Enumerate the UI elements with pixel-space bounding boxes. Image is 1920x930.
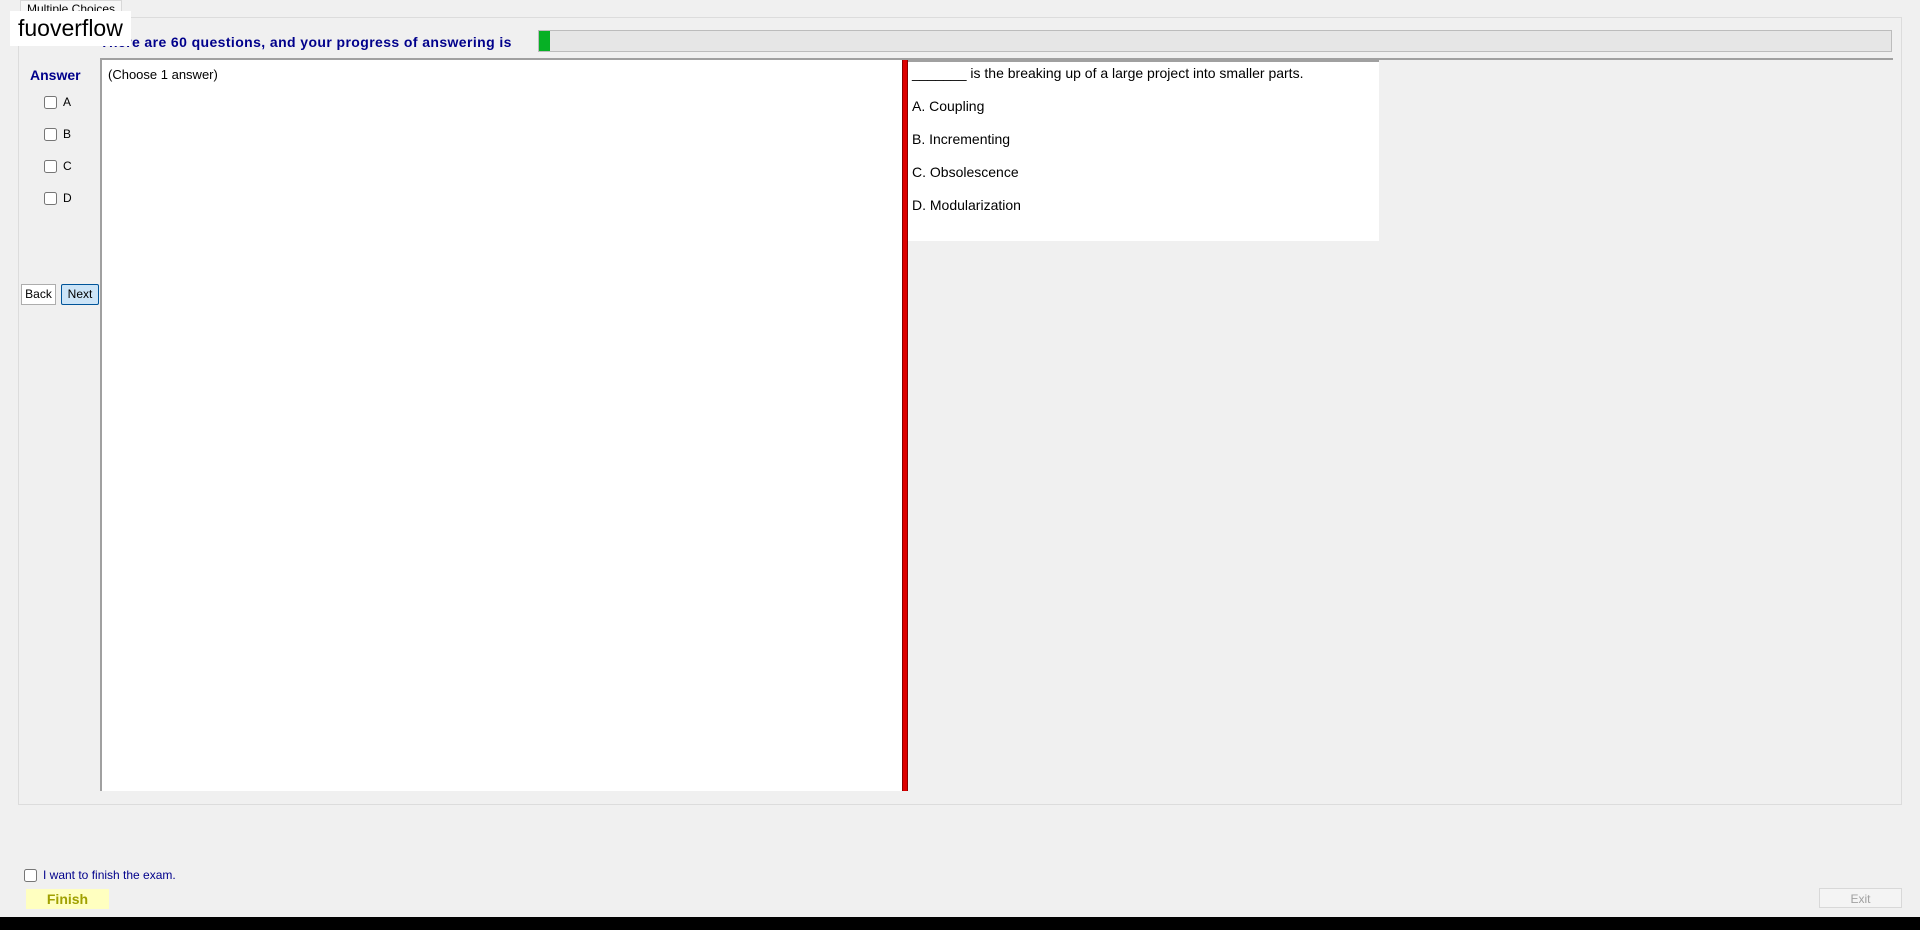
choose-instruction: (Choose 1 answer) [108,67,218,82]
answer-option-label: C [63,159,72,173]
answer-option-c[interactable]: C [44,159,72,173]
progress-bar [538,30,1892,52]
progress-label: There are 60 questions, and your progres… [100,34,512,50]
answer-panel-title: Answer [30,67,81,83]
progress-bar-fill [539,31,550,51]
answer-option-a[interactable]: A [44,95,71,109]
answer-checkbox-a[interactable] [44,95,57,109]
answer-option-b[interactable]: B [44,127,71,141]
back-button[interactable]: Back [21,284,56,305]
question-choice-c: C. Obsolescence [912,164,1019,180]
answer-option-label: A [63,95,72,109]
instruction-pane: (Choose 1 answer) [102,60,902,791]
question-choice-a: A. Coupling [912,98,985,114]
finish-button[interactable]: Finish [26,889,109,909]
answer-option-label: D [63,191,72,205]
answer-checkbox-c[interactable] [44,159,57,173]
answer-checkbox-b[interactable] [44,127,57,141]
watermark: fuoverflow [10,11,131,46]
next-button[interactable]: Next [61,284,99,305]
question-choice-b: B. Incrementing [912,131,1011,147]
answer-checkbox-d[interactable] [44,191,57,205]
exam-window: Multiple Choices fuoverflow There are 60… [0,0,1920,917]
finish-confirm-checkbox[interactable] [24,868,37,882]
question-pane: _______ is the breaking up of a large pr… [908,60,1379,241]
finish-confirm-label: I want to finish the exam. [43,868,176,882]
answer-option-label: B [63,127,72,141]
question-choice-d: D. Modularization [912,197,1021,213]
question-area: (Choose 1 answer) _______ is the breakin… [100,58,1893,791]
finish-confirm[interactable]: I want to finish the exam. [24,868,176,882]
exit-button[interactable]: Exit [1819,888,1902,908]
answer-option-d[interactable]: D [44,191,72,205]
question-text: _______ is the breaking up of a large pr… [912,65,1304,81]
